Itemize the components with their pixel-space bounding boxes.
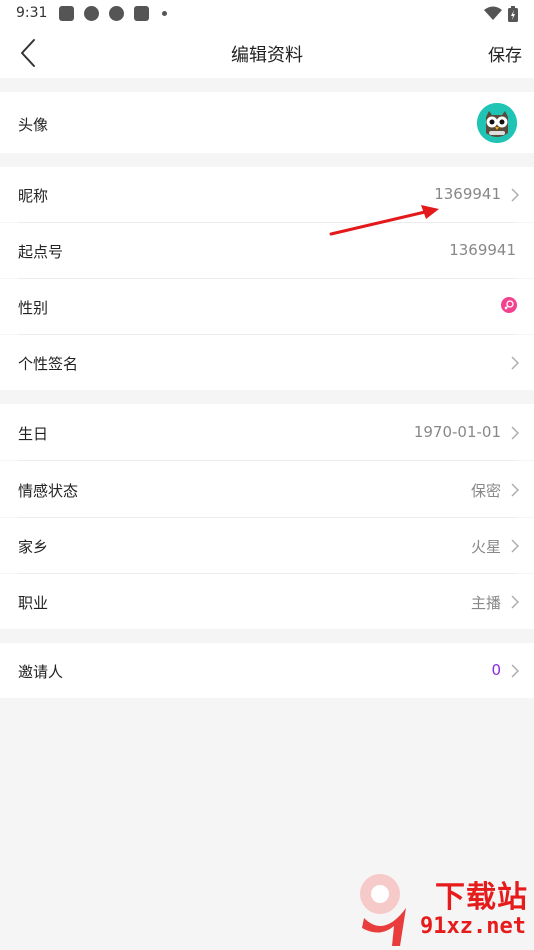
chevron-right-icon: [511, 188, 519, 202]
birthday-value: 1970-01-01: [413, 423, 501, 441]
signature-label: 个性签名: [18, 355, 79, 373]
relationship-row[interactable]: 情感状态 保密: [0, 461, 534, 517]
inviter-count: 0: [491, 661, 501, 679]
wifi-icon: [484, 6, 502, 20]
watermark-brand: 下载站: [435, 880, 528, 915]
gender-label: 性别: [18, 299, 49, 317]
relationship-label: 情感状态: [18, 482, 79, 500]
chevron-right-icon: [511, 539, 519, 553]
qidian-id-row: 起点号 1369941: [0, 223, 534, 278]
avatar-row[interactable]: 头像: [0, 92, 534, 153]
app-notification-icon: [109, 6, 124, 21]
signature-row[interactable]: 个性签名: [0, 335, 534, 390]
avatar-label: 头像: [18, 116, 49, 134]
nickname-row[interactable]: 昵称 1369941: [0, 167, 534, 222]
nav-bar: 编辑资料 保存: [0, 28, 534, 78]
gender-row[interactable]: 性别: [0, 279, 534, 334]
birthday-row[interactable]: 生日 1970-01-01: [0, 404, 534, 460]
inviter-row[interactable]: 邀请人 0: [0, 643, 534, 698]
hometown-row[interactable]: 家乡 火星: [0, 518, 534, 573]
save-button[interactable]: 保存: [488, 41, 522, 66]
watermark-logo-icon: [360, 874, 406, 946]
chevron-right-icon: [511, 664, 519, 678]
birthday-label: 生日: [18, 425, 49, 443]
chevron-right-icon: [511, 426, 519, 440]
notification-icon: [59, 6, 74, 21]
inviter-label: 邀请人: [18, 663, 64, 681]
battery-icon: [508, 6, 518, 22]
status-time: 9:31: [16, 5, 48, 21]
chevron-right-icon: [511, 483, 519, 497]
occupation-label: 职业: [18, 594, 49, 612]
chevron-right-icon: [511, 595, 519, 609]
page-title: 编辑资料: [231, 45, 303, 66]
relationship-value: 保密: [470, 482, 501, 500]
nickname-label: 昵称: [18, 187, 49, 205]
watermark-url: 91xz.net: [420, 914, 526, 939]
occupation-row[interactable]: 职业 主播: [0, 574, 534, 629]
more-notifications-icon: [162, 11, 167, 16]
site-watermark: 下载站 91xz.net: [354, 866, 534, 950]
app-notification-icon: [84, 6, 99, 21]
nickname-value: 1369941: [434, 185, 501, 203]
qidian-id-label: 起点号: [18, 243, 64, 261]
status-bar: 9:31: [0, 0, 534, 28]
owl-avatar-icon: [477, 103, 517, 143]
hometown-value: 火星: [470, 538, 501, 556]
female-gender-icon: [501, 297, 517, 313]
avatar[interactable]: [477, 103, 517, 143]
notification-icon: [134, 6, 149, 21]
occupation-value: 主播: [470, 594, 501, 612]
chevron-right-icon: [511, 356, 519, 370]
hometown-label: 家乡: [18, 538, 49, 556]
qidian-id-value: 1369941: [449, 241, 516, 259]
